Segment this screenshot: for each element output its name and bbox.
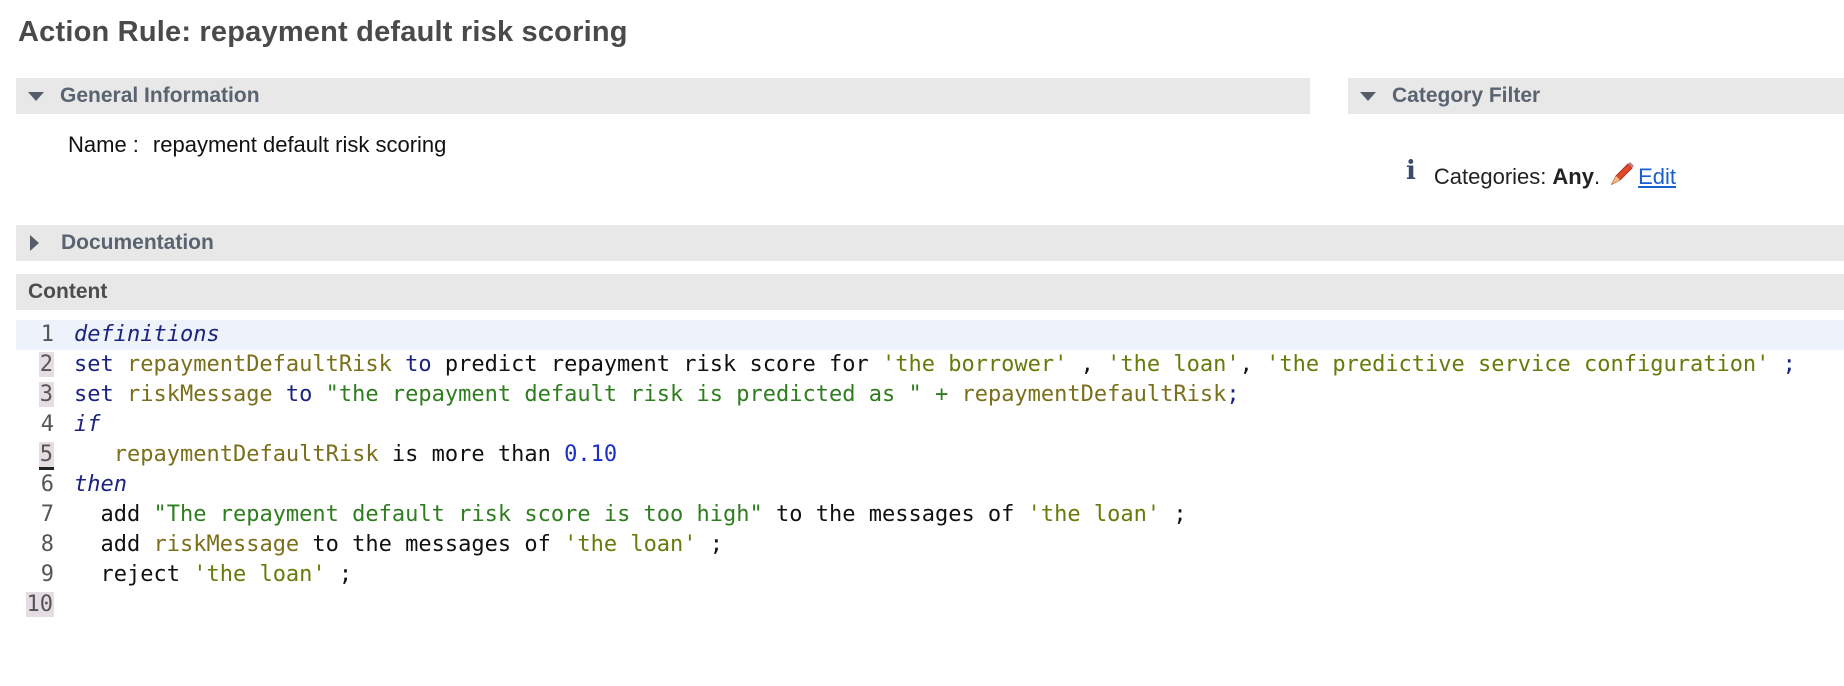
code-line[interactable]: 1 definitions xyxy=(16,320,1844,350)
code-line[interactable]: 9 reject 'the loan' ; xyxy=(16,560,1844,590)
code-token: to the messages of xyxy=(762,502,1028,527)
category-filter-header[interactable]: Category Filter xyxy=(1348,78,1844,114)
code-line[interactable]: 7 add "The repayment default risk score … xyxy=(16,500,1844,530)
code-token: reject xyxy=(74,562,194,587)
code-text: set repaymentDefaultRisk to predict repa… xyxy=(74,350,1796,380)
code-token: riskMessage xyxy=(153,532,300,557)
code-line[interactable]: 10 xyxy=(16,590,1844,620)
code-token: ; xyxy=(1160,502,1187,527)
documentation-header[interactable]: Documentation xyxy=(16,225,1844,261)
code-token: is more than xyxy=(378,442,565,467)
code-token: predict repayment risk score for xyxy=(444,352,882,377)
code-token: 'the loan' xyxy=(1027,502,1161,527)
code-text: repaymentDefaultRisk is more than 0.10 xyxy=(74,440,617,470)
categories-label: Categories: xyxy=(1433,164,1547,189)
name-label: Name : xyxy=(68,132,139,157)
general-information-header[interactable]: General Information xyxy=(16,78,1310,114)
line-number: 6 xyxy=(16,470,54,500)
code-text: definitions xyxy=(74,320,220,350)
code-line[interactable]: 5 repaymentDefaultRisk is more than 0.10 xyxy=(16,440,1844,470)
code-token: add xyxy=(74,532,154,557)
general-information-title: General Information xyxy=(60,84,260,107)
line-number-text: 6 xyxy=(40,472,54,497)
line-number-text: 10 xyxy=(25,592,54,617)
code-token: ; xyxy=(1769,352,1796,377)
code-token: riskMessage xyxy=(126,382,273,407)
code-text: set riskMessage to "the repayment defaul… xyxy=(74,380,1240,410)
code-text: then xyxy=(74,470,127,500)
code-text: add riskMessage to the messages of 'the … xyxy=(74,530,723,560)
code-token: "the repayment default risk is predicted… xyxy=(325,382,922,407)
content-header: Content xyxy=(16,274,1844,310)
line-number: 9 xyxy=(16,560,54,590)
name-row: Name : repayment default risk scoring xyxy=(68,132,446,158)
code-token: set xyxy=(74,352,127,377)
code-line[interactable]: 3 set riskMessage to "the repayment defau… xyxy=(16,380,1844,410)
info-icon: i xyxy=(1406,156,1416,186)
code-token: 0.10 xyxy=(564,442,618,467)
code-token: "The repayment default risk score is too… xyxy=(153,502,763,527)
line-number-text: 4 xyxy=(40,412,54,437)
code-token: 'the predictive service configuration' xyxy=(1266,352,1770,377)
line-number-text: 7 xyxy=(40,502,54,527)
code-token: to xyxy=(391,352,445,377)
code-line[interactable]: 4 if xyxy=(16,410,1844,440)
code-token: ; xyxy=(1226,382,1240,407)
code-token: 'the loan' xyxy=(564,532,697,557)
line-number: 4 xyxy=(16,410,54,440)
line-number: 10 xyxy=(16,590,54,620)
code-token: 'the loan' xyxy=(1107,352,1240,377)
categories-row: i Categories: Any. Edit xyxy=(1406,156,1676,194)
code-token: to xyxy=(272,382,326,407)
line-number-text: 2 xyxy=(38,352,54,377)
line-number: 8 xyxy=(16,530,54,560)
code-token: definitions xyxy=(74,322,220,347)
code-token: , xyxy=(1239,352,1267,377)
code-token: , xyxy=(1067,352,1108,377)
code-token: if xyxy=(74,412,101,437)
collapse-triangle-icon xyxy=(1360,91,1376,101)
code-line[interactable]: 8 add riskMessage to the messages of 'th… xyxy=(16,530,1844,560)
line-number: 1 xyxy=(16,320,54,350)
code-line[interactable]: 6 then xyxy=(16,470,1844,500)
line-number-text: 5 xyxy=(38,442,54,470)
line-number: 2 xyxy=(16,350,54,380)
code-token: 'the loan' xyxy=(193,562,326,587)
name-value: repayment default risk scoring xyxy=(152,132,447,157)
line-number: 7 xyxy=(16,500,54,530)
line-number-text: 8 xyxy=(40,532,54,557)
categories-value: Any xyxy=(1552,164,1594,189)
collapse-triangle-icon xyxy=(28,91,44,101)
edit-categories-link[interactable]: Edit xyxy=(1638,164,1676,190)
pencil-icon[interactable] xyxy=(1608,160,1636,194)
code-token: to the messages of xyxy=(299,532,565,557)
code-text: add "The repayment default risk score is… xyxy=(74,500,1187,530)
content-title: Content xyxy=(28,280,108,303)
code-token: ; xyxy=(325,562,353,587)
code-token: 'the borrower' xyxy=(881,352,1068,377)
code-line[interactable]: 2 set repaymentDefaultRisk to predict rep… xyxy=(16,350,1844,380)
code-token: + xyxy=(921,382,962,407)
documentation-title: Documentation xyxy=(61,231,214,254)
code-token: then xyxy=(74,472,127,497)
code-token: ; xyxy=(696,532,724,557)
code-token: repaymentDefaultRisk xyxy=(113,442,379,467)
code-token: add xyxy=(74,502,154,527)
line-number-text: 9 xyxy=(40,562,54,587)
code-token: repaymentDefaultRisk xyxy=(126,352,392,377)
code-token: set xyxy=(74,382,127,407)
code-text: reject 'the loan' ; xyxy=(74,560,352,590)
expand-triangle-icon xyxy=(30,235,39,251)
line-number: 5 xyxy=(16,440,54,470)
category-filter-title: Category Filter xyxy=(1392,84,1541,107)
line-number: 3 xyxy=(16,380,54,410)
categories-period: . xyxy=(1593,164,1601,189)
code-token: repaymentDefaultRisk xyxy=(961,382,1227,407)
line-number-text: 1 xyxy=(40,322,54,347)
rule-code-editor[interactable]: 1 definitions 2 set repaymentDefaultRisk to… xyxy=(16,320,1844,620)
page-title: Action Rule: repayment default risk scor… xyxy=(18,16,628,48)
code-text: if xyxy=(74,410,101,440)
line-number-text: 3 xyxy=(38,382,54,407)
